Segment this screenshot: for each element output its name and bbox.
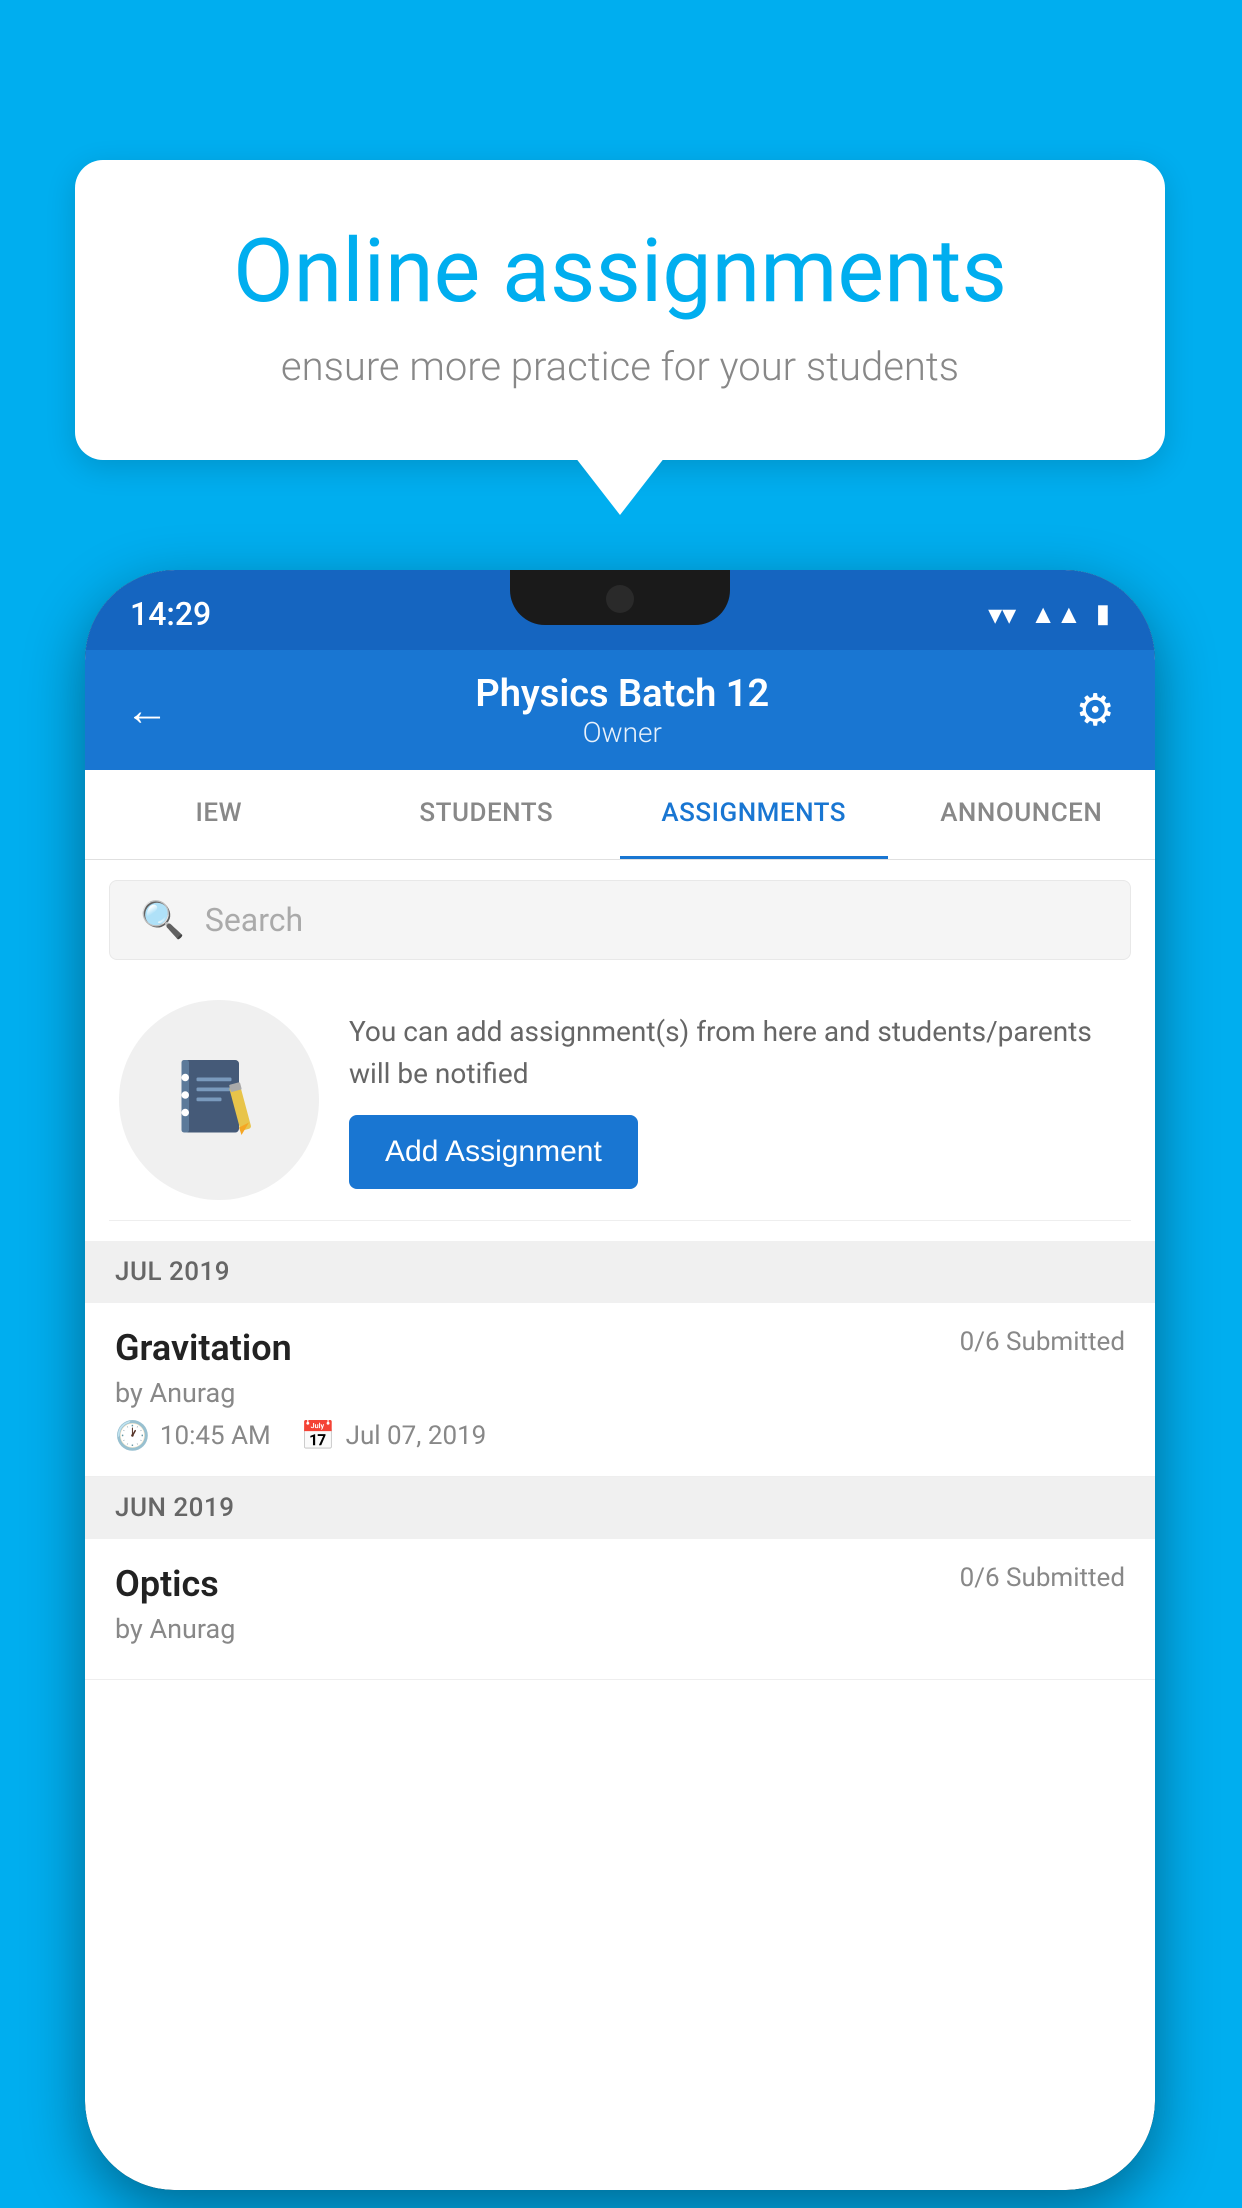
clock-icon: 🕐 xyxy=(115,1419,150,1452)
app-bar-subtitle: Owner xyxy=(169,716,1076,749)
assignment-submitted-optics: 0/6 Submitted xyxy=(960,1563,1125,1593)
assignment-author-optics: by Anurag xyxy=(115,1613,1125,1645)
status-time: 14:29 xyxy=(130,595,211,633)
assignment-icon-circle xyxy=(119,1000,319,1200)
calendar-icon: 📅 xyxy=(301,1419,336,1452)
assignment-item-gravitation[interactable]: Gravitation 0/6 Submitted by Anurag 🕐 10… xyxy=(85,1303,1155,1477)
add-assignment-button[interactable]: Add Assignment xyxy=(349,1115,638,1189)
app-bar-title: Physics Batch 12 xyxy=(169,672,1076,716)
tab-students[interactable]: STUDENTS xyxy=(353,770,621,859)
assignment-author: by Anurag xyxy=(115,1377,1125,1409)
assignment-promo-right: You can add assignment(s) from here and … xyxy=(349,1011,1121,1189)
main-content: 🔍 Search xyxy=(85,860,1155,2190)
camera xyxy=(606,585,634,613)
tab-announcements[interactable]: ANNOUNCEN xyxy=(888,770,1156,859)
add-assignment-section: You can add assignment(s) from here and … xyxy=(109,980,1131,1221)
phone-screen: 14:29 ▾▾ ▲▲ ▮ ← Physics Batch 12 Owner ⚙… xyxy=(85,570,1155,2190)
app-bar: ← Physics Batch 12 Owner ⚙ xyxy=(85,650,1155,770)
assignment-promo-text: You can add assignment(s) from here and … xyxy=(349,1011,1121,1095)
tab-assignments[interactable]: ASSIGNMENTS xyxy=(620,770,888,859)
battery-icon: ▮ xyxy=(1096,599,1110,629)
notebook-icon xyxy=(169,1050,269,1150)
speech-bubble-container: Online assignments ensure more practice … xyxy=(75,160,1165,460)
meta-time: 🕐 10:45 AM xyxy=(115,1419,271,1452)
tab-bar: IEW STUDENTS ASSIGNMENTS ANNOUNCEN xyxy=(85,770,1155,860)
status-icons: ▾▾ ▲▲ ▮ xyxy=(988,598,1110,631)
speech-bubble-subtitle: ensure more practice for your students xyxy=(155,343,1085,390)
assignment-date: Jul 07, 2019 xyxy=(346,1421,487,1451)
search-placeholder: Search xyxy=(205,901,303,939)
speech-bubble: Online assignments ensure more practice … xyxy=(75,160,1165,460)
phone-notch xyxy=(510,570,730,625)
section-header-jul: JUL 2019 xyxy=(85,1241,1155,1303)
assignment-top-row-optics: Optics 0/6 Submitted xyxy=(115,1563,1125,1605)
section-header-jun: JUN 2019 xyxy=(85,1477,1155,1539)
assignment-item-optics[interactable]: Optics 0/6 Submitted by Anurag xyxy=(85,1539,1155,1680)
speech-bubble-title: Online assignments xyxy=(155,220,1085,323)
assignment-time: 10:45 AM xyxy=(160,1421,271,1451)
settings-icon[interactable]: ⚙ xyxy=(1076,684,1115,736)
wifi-icon: ▾▾ xyxy=(988,598,1016,631)
assignment-submitted: 0/6 Submitted xyxy=(960,1327,1125,1357)
back-button[interactable]: ← xyxy=(125,684,169,736)
signal-icon: ▲▲ xyxy=(1030,599,1081,630)
app-bar-title-area: Physics Batch 12 Owner xyxy=(169,672,1076,749)
assignment-name: Gravitation xyxy=(115,1327,292,1369)
assignment-name-optics: Optics xyxy=(115,1563,219,1605)
meta-date: 📅 Jul 07, 2019 xyxy=(301,1419,487,1452)
tab-iew[interactable]: IEW xyxy=(85,770,353,859)
search-icon: 🔍 xyxy=(140,899,185,941)
phone-frame: 14:29 ▾▾ ▲▲ ▮ ← Physics Batch 12 Owner ⚙… xyxy=(85,570,1155,2190)
search-bar[interactable]: 🔍 Search xyxy=(109,880,1131,960)
assignment-top-row: Gravitation 0/6 Submitted xyxy=(115,1327,1125,1369)
assignment-meta: 🕐 10:45 AM 📅 Jul 07, 2019 xyxy=(115,1419,1125,1452)
